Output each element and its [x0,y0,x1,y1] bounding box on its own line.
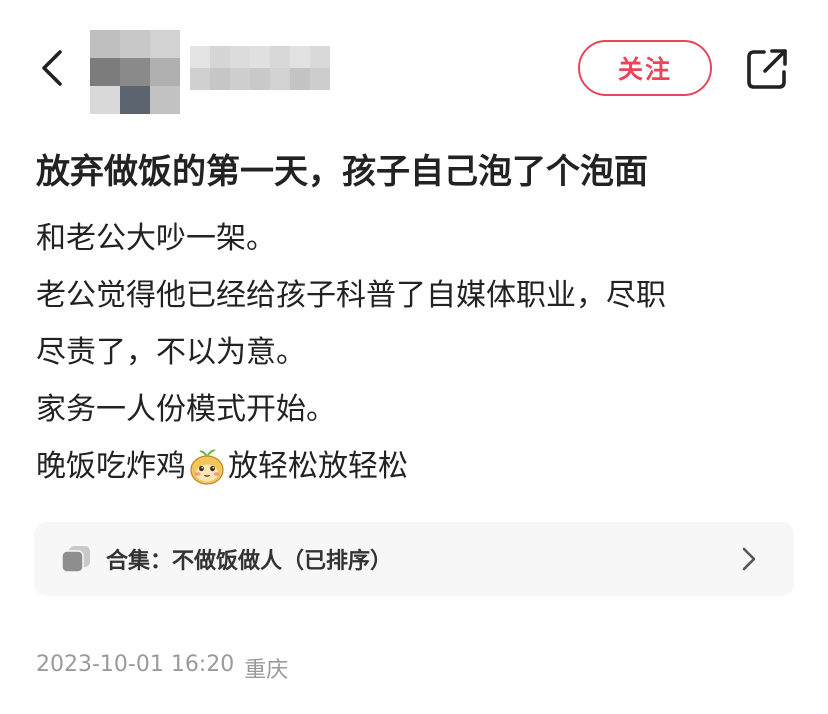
username-blurred[interactable] [190,46,330,90]
back-button[interactable] [34,48,74,88]
post-location: 重庆 [244,658,289,683]
post-line: 老公觉得他已经给孩子科普了自媒体职业，尽职 [36,278,666,313]
post-text-after-emoji: 放轻松放轻松 [228,449,408,484]
collection-label: 合集：不做饭做人（已排序） [106,549,393,574]
collection-stack-icon [61,546,90,573]
post-datetime: 2023-10-01 16:20 [36,652,235,677]
post-line: 和老公大吵一架。 [36,221,276,256]
post-detail-page: 关注 放弃做饭的第一天，孩子自己泡了个泡面 和老公大吵一架。 老公觉得他已经给孩… [0,0,828,714]
share-button[interactable] [744,46,790,92]
post-text-before-emoji: 晚饭吃炸鸡 [36,449,186,484]
blushing-sticker-icon [190,449,224,485]
chevron-right-icon [742,547,756,571]
share-icon [747,49,787,89]
avatar[interactable] [90,30,180,114]
follow-button[interactable]: 关注 [578,40,712,96]
chevron-left-icon [42,50,62,86]
collection-bar[interactable]: 合集：不做饭做人（已排序） [34,522,794,596]
post-title: 放弃做饭的第一天，孩子自己泡了个泡面 [36,152,648,192]
post-line: 家务一人份模式开始。 [36,392,336,427]
post-body: 和老公大吵一架。 老公觉得他已经给孩子科普了自媒体职业，尽职 尽责了，不以为意。… [36,210,796,495]
post-meta: 2023-10-01 16:20 重庆 [36,652,288,684]
post-line: 尽责了，不以为意。 [36,335,306,370]
post-line-with-emoji: 晚饭吃炸鸡 放轻松放轻松 [36,438,796,495]
